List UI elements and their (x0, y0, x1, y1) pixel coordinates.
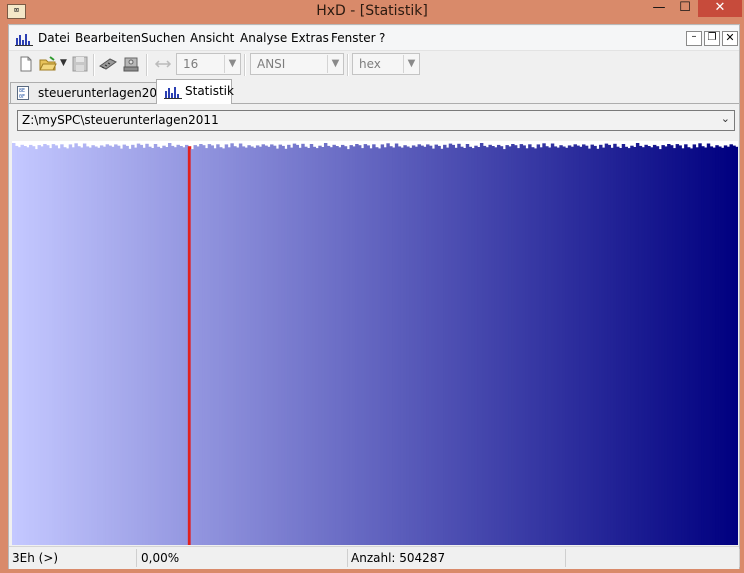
menu-datei[interactable]: Datei (38, 31, 70, 45)
toolbar-separator (347, 54, 349, 76)
offset-base-value: hex (359, 57, 381, 71)
close-button[interactable]: ✕ (698, 0, 742, 17)
menu-help[interactable]: ? (379, 31, 385, 45)
open-dropdown-arrow[interactable]: ▼ (60, 58, 67, 68)
file-select-value: Z:\mySPC\steuerunterlagen2011 (22, 113, 219, 127)
chevron-down-icon: ▼ (403, 55, 419, 73)
tab-statistik[interactable]: Statistik (156, 79, 234, 104)
file-icon: 8E 0F (17, 86, 29, 100)
charset-value: ANSI (257, 57, 286, 71)
charset-select[interactable]: ANSI ▼ (250, 53, 344, 75)
window-title: HxD - [Statistik] (316, 3, 428, 19)
toolbar-separator (146, 54, 148, 76)
disk-icon[interactable] (122, 55, 140, 73)
ram-icon[interactable] (99, 55, 117, 73)
mdi-minimize-button[interactable]: – (686, 31, 702, 46)
menu-analyse[interactable]: Analyse (240, 31, 287, 45)
histogram-svg[interactable] (12, 141, 738, 545)
maximize-button[interactable]: ☐ (672, 0, 698, 17)
status-bar: 3Eh (>) 0,00% Anzahl: 504287 (9, 546, 740, 569)
open-folder-icon[interactable] (39, 55, 57, 73)
menu-ansicht[interactable]: Ansicht (190, 31, 234, 45)
svg-text:0F: 0F (19, 94, 25, 100)
chevron-down-icon: ▼ (224, 55, 240, 73)
menu-suchen[interactable]: Suchen (141, 31, 185, 45)
columns-icon (154, 60, 172, 68)
chevron-down-icon: ▼ (327, 55, 343, 73)
menu-extras[interactable]: Extras (291, 31, 329, 45)
toolbar: ▼ 16 ▼ ANSI ▼ hex ▼ (9, 51, 739, 78)
tab-label: steuerunterlagen2011 (38, 86, 173, 100)
bytes-per-row-select[interactable]: 16 ▼ (176, 53, 241, 75)
status-percent: 0,00% (141, 551, 180, 565)
menu-fenster[interactable]: Fenster (331, 31, 376, 45)
new-file-icon[interactable] (17, 55, 35, 73)
status-cell (566, 549, 740, 567)
tab-steuerunterlagen2011[interactable]: 8E 0F steuerunterlagen2011 (10, 82, 172, 103)
document-tabs: 8E 0F steuerunterlagen2011 Statistik (9, 79, 739, 104)
menu-bearbeiten[interactable]: Bearbeiten (75, 31, 141, 45)
offset-base-select[interactable]: hex ▼ (352, 53, 420, 75)
mdi-restore-button[interactable]: ❐ (704, 31, 720, 46)
chevron-down-icon: ⌄ (720, 112, 730, 125)
status-count: Anzahl: 504287 (351, 551, 446, 565)
byte-histogram[interactable] (12, 141, 738, 545)
tab-label: Statistik (185, 84, 234, 98)
toolbar-separator (244, 54, 246, 76)
bytes-per-row-value: 16 (183, 57, 199, 71)
menu-bar: Datei Bearbeiten Suchen Ansicht Analyse … (9, 26, 739, 51)
mdi-close-button[interactable]: ✕ (722, 31, 738, 46)
file-select[interactable]: Z:\mySPC\steuerunterlagen2011 ⌄ (17, 110, 735, 131)
status-byte: 3Eh (>) (12, 551, 59, 565)
statistics-chart-icon[interactable] (15, 32, 33, 46)
chart-icon (164, 87, 182, 99)
histogram-bar[interactable] (735, 146, 738, 545)
minimize-button[interactable]: — (646, 0, 672, 17)
toolbar-separator (93, 54, 95, 76)
save-icon[interactable] (71, 55, 89, 73)
